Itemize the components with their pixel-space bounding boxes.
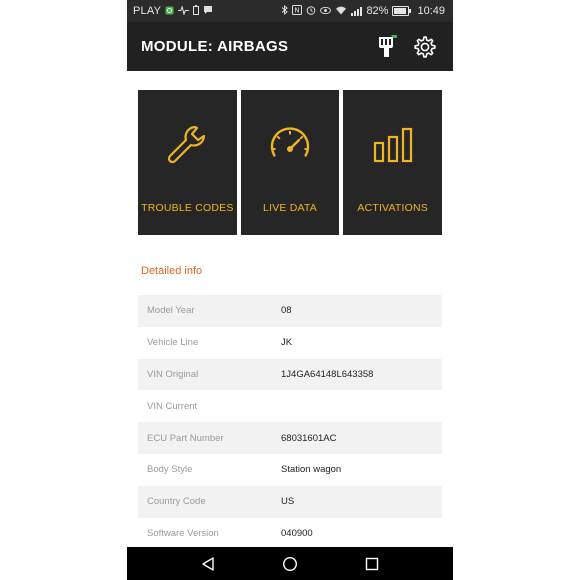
eye-icon	[320, 6, 332, 17]
info-row-vehicle-line: Vehicle Line JK	[138, 327, 442, 359]
info-row-vin-current: VIN Current	[138, 390, 442, 422]
pulse-icon	[178, 4, 190, 17]
activations-tile[interactable]: ACTIVATIONS	[343, 90, 443, 235]
info-key: Model Year	[147, 305, 195, 317]
info-key: Vehicle Line	[147, 337, 199, 349]
whatsapp-icon	[165, 5, 174, 17]
info-row-software-version: Software Version 040900	[138, 518, 442, 550]
system-nav-bar	[127, 547, 453, 580]
info-key: Country Code	[147, 496, 206, 508]
chat-icon	[203, 5, 213, 17]
info-value: 08	[281, 305, 292, 317]
recents-button[interactable]	[360, 552, 384, 576]
status-bar-left: PLAY	[133, 4, 213, 17]
info-row-model-year: Model Year 08	[138, 295, 442, 327]
gear-icon	[414, 35, 436, 58]
battery-saver-icon	[193, 5, 200, 17]
carrier-label: PLAY	[133, 5, 162, 17]
info-key: VIN Current	[147, 400, 198, 412]
wifi-icon	[335, 6, 347, 17]
back-button[interactable]	[196, 552, 220, 576]
activations-label: ACTIVATIONS	[357, 202, 428, 214]
nfc-icon: N	[292, 5, 303, 17]
alarm-icon	[306, 5, 316, 17]
info-value: JK	[281, 337, 293, 349]
bar-chart-icon	[373, 127, 412, 163]
info-row-vin-original: VIN Original 1J4GA64148L643358	[138, 358, 442, 391]
signal-icon	[351, 6, 363, 16]
info-value: 68031601AC	[281, 432, 337, 444]
phone-screen: PLAY N 82% 10:49 MODULE: AIRBAGS TROUBLE…	[127, 0, 453, 580]
info-key: ECU Part Number	[147, 432, 224, 444]
obd-adapter-button[interactable]	[373, 33, 401, 61]
wrench-icon	[168, 125, 206, 164]
detailed-info-heading: Detailed info	[141, 265, 203, 277]
page-title: MODULE: AIRBAGS	[141, 38, 289, 55]
bluetooth-icon	[281, 4, 289, 17]
info-row-ecu-part-number: ECU Part Number 68031601AC	[138, 422, 442, 454]
home-icon	[282, 556, 298, 571]
status-bar-right: N 82% 10:49	[281, 4, 445, 17]
detailed-info-table: Model Year 08 Vehicle Line JK VIN Origin…	[138, 295, 442, 549]
battery-icon	[392, 6, 412, 16]
clock: 10:49	[417, 5, 445, 17]
info-value: Station wagon	[281, 464, 342, 476]
obd-adapter-icon	[379, 34, 397, 57]
info-value: 1J4GA64148L643358	[281, 368, 374, 380]
info-row-country-code: Country Code US	[138, 485, 442, 518]
module-actions: TROUBLE CODES LIVE DATA ACTIVATIONS	[138, 90, 443, 235]
trouble-codes-label: TROUBLE CODES	[141, 202, 234, 214]
info-value: US	[281, 496, 295, 508]
recents-icon	[365, 557, 379, 570]
back-icon	[202, 556, 214, 571]
app-bar: MODULE: AIRBAGS	[127, 22, 453, 71]
svg-text:N: N	[295, 7, 300, 15]
speedometer-icon	[270, 127, 310, 157]
info-key: Body Style	[147, 464, 193, 476]
settings-button[interactable]	[411, 33, 439, 61]
live-data-tile[interactable]: LIVE DATA	[240, 90, 340, 235]
battery-percent: 82%	[366, 5, 389, 17]
info-key: VIN Original	[147, 368, 199, 380]
live-data-label: LIVE DATA	[263, 202, 317, 214]
info-value: 040900	[281, 527, 313, 539]
status-bar: PLAY N 82% 10:49	[127, 0, 453, 22]
home-button[interactable]	[278, 552, 302, 576]
trouble-codes-tile[interactable]: TROUBLE CODES	[138, 90, 237, 235]
info-row-body-style: Body Style Station wagon	[138, 454, 442, 486]
info-key: Software Version	[147, 527, 219, 539]
